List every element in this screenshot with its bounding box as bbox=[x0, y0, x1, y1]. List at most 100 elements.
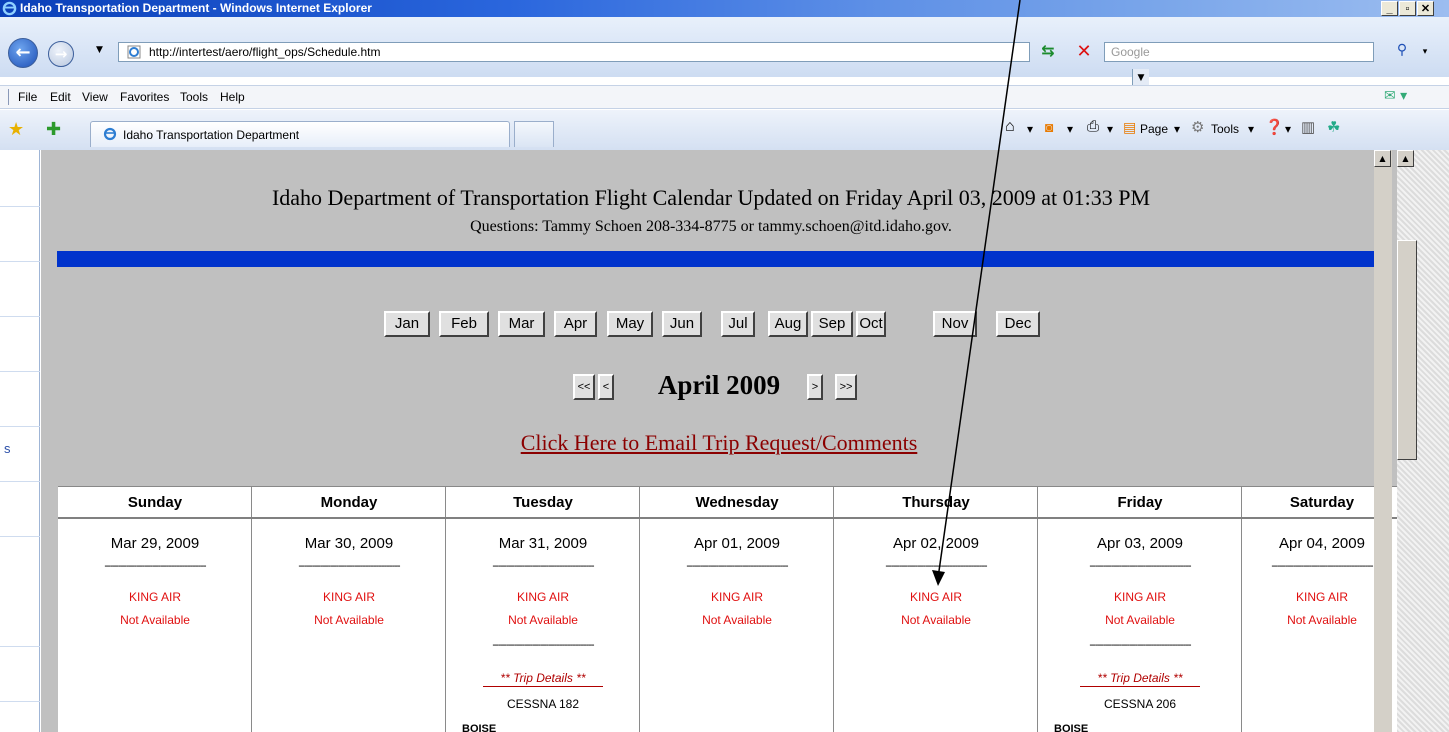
tab-ie-icon bbox=[103, 127, 117, 141]
month-button-mar[interactable]: Mar bbox=[498, 311, 545, 337]
day-separator: -------------------------------------- bbox=[686, 560, 788, 572]
trip-aircraft: CESSNA 206 bbox=[1103, 697, 1177, 711]
search-placeholder: Google bbox=[1111, 45, 1150, 59]
aircraft-status: Not Available bbox=[702, 613, 772, 627]
prev-month-button[interactable]: < bbox=[598, 374, 614, 400]
tools-gear-icon[interactable]: ⚙ bbox=[1191, 118, 1204, 136]
aircraft-status: Not Available bbox=[314, 613, 384, 627]
next-month-button[interactable]: > bbox=[807, 374, 823, 400]
month-button-jun[interactable]: Jun bbox=[662, 311, 702, 337]
page-subtitle: Questions: Tammy Schoen 208-334-8775 or … bbox=[470, 218, 952, 235]
home-icon[interactable]: ⌂ bbox=[1005, 118, 1015, 136]
month-button-jan[interactable]: Jan bbox=[384, 311, 430, 337]
day-date: Apr 02, 2009 bbox=[893, 535, 979, 552]
messenger-toolbar-icon[interactable]: ☘ bbox=[1327, 118, 1340, 136]
tools-dropdown-icon[interactable]: ▾ bbox=[1248, 122, 1254, 136]
search-input[interactable]: Google bbox=[1104, 42, 1374, 62]
menu-tools[interactable]: Tools bbox=[180, 90, 208, 104]
day-separator: -------------------------------------- bbox=[492, 560, 594, 572]
month-button-oct[interactable]: Oct bbox=[856, 311, 886, 337]
forward-button[interactable]: → bbox=[48, 41, 74, 67]
month-button-nov[interactable]: Nov bbox=[933, 311, 977, 337]
page-dropdown-icon[interactable]: ▾ bbox=[1174, 122, 1180, 136]
page-icon[interactable]: ▤ bbox=[1123, 119, 1136, 136]
outer-scroll-up-icon[interactable]: ▲ bbox=[1397, 150, 1414, 167]
menu-help[interactable]: Help bbox=[220, 90, 245, 104]
back-button[interactable]: ← bbox=[8, 38, 38, 68]
aircraft-status: Not Available bbox=[508, 613, 578, 627]
print-icon[interactable]: ⎙ bbox=[1087, 118, 1099, 135]
messenger-icon[interactable]: ✉ ▾ bbox=[1384, 88, 1407, 104]
trip-aircraft: CESSNA 182 bbox=[506, 697, 580, 711]
left-pane-text: s bbox=[4, 441, 11, 456]
current-month-title: April 2009 bbox=[657, 370, 781, 400]
tools-menu[interactable]: Tools bbox=[1211, 122, 1239, 136]
tab-idaho-transportation[interactable]: Idaho Transportation Department bbox=[90, 121, 510, 147]
day-header: Sunday bbox=[58, 487, 252, 519]
help-icon[interactable]: ❓ bbox=[1265, 118, 1284, 136]
cut-off-note bbox=[0, 0, 1449, 5]
day-separator: -------------------------------------- bbox=[1089, 560, 1191, 572]
aircraft-name: KING AIR bbox=[128, 590, 181, 604]
month-button-apr[interactable]: Apr bbox=[554, 311, 597, 337]
aircraft-status: Not Available bbox=[1105, 613, 1175, 627]
trip-destination: BOISE bbox=[1054, 723, 1089, 732]
day-separator: -------------------------------------- bbox=[104, 560, 206, 572]
day-date: Apr 01, 2009 bbox=[694, 535, 780, 552]
feeds-dropdown-icon[interactable]: ▾ bbox=[1067, 122, 1073, 136]
address-bar[interactable]: http://intertest/aero/flight_ops/Schedul… bbox=[118, 42, 1149, 87]
scrollbar-thumb[interactable] bbox=[1397, 240, 1417, 460]
day-header: Wednesday bbox=[640, 487, 834, 519]
page-title: Idaho Department of Transportation Fligh… bbox=[271, 185, 1151, 210]
calendar-day-sunday bbox=[58, 487, 252, 732]
add-favorite-icon[interactable]: ✚ bbox=[46, 119, 61, 140]
aircraft-name: KING AIR bbox=[322, 590, 375, 604]
history-dropdown-icon[interactable]: ▼ bbox=[96, 45, 103, 55]
next-year-button[interactable]: >> bbox=[835, 374, 857, 400]
month-button-aug[interactable]: Aug bbox=[768, 311, 808, 337]
calendar-day-thursday bbox=[834, 487, 1038, 732]
tab-bar: ★ ✚ Idaho Transportation Department ⌂ ▾ … bbox=[0, 110, 1449, 150]
day-date: Mar 31, 2009 bbox=[498, 535, 588, 552]
trip-separator: -------------------------------------- bbox=[492, 639, 594, 651]
help-dropdown-icon[interactable]: ▾ bbox=[1285, 122, 1291, 136]
trip-separator: -------------------------------------- bbox=[1089, 639, 1191, 651]
prev-year-button[interactable]: << bbox=[573, 374, 595, 400]
inner-scroll-up-icon[interactable]: ▲ bbox=[1374, 150, 1391, 167]
address-text: http://intertest/aero/flight_ops/Schedul… bbox=[149, 45, 381, 59]
home-dropdown-icon[interactable]: ▾ bbox=[1027, 122, 1033, 136]
search-icon[interactable]: ⚲ bbox=[1390, 42, 1414, 62]
trip-details-link[interactable]: ** Trip Details ** bbox=[446, 671, 640, 685]
stop-icon[interactable]: ✕ bbox=[1073, 41, 1095, 63]
day-header: Friday bbox=[1038, 487, 1242, 519]
favorites-star-icon[interactable]: ★ bbox=[8, 119, 24, 140]
menu-bar: File Edit View Favorites Tools Help ✉ ▾ bbox=[0, 85, 1449, 109]
trip-details-underline bbox=[483, 686, 603, 687]
month-button-dec[interactable]: Dec bbox=[996, 311, 1040, 337]
trip-details-link[interactable]: ** Trip Details ** bbox=[1038, 671, 1242, 685]
page-menu[interactable]: Page bbox=[1140, 122, 1168, 136]
feeds-icon[interactable]: ◙ bbox=[1045, 119, 1053, 135]
print-dropdown-icon[interactable]: ▾ bbox=[1107, 122, 1113, 136]
research-icon[interactable]: ▥ bbox=[1301, 118, 1315, 136]
day-separator: -------------------------------------- bbox=[1271, 560, 1373, 572]
menu-favorites[interactable]: Favorites bbox=[120, 90, 169, 104]
month-button-jul[interactable]: Jul bbox=[721, 311, 755, 337]
month-button-sep[interactable]: Sep bbox=[811, 311, 853, 337]
aircraft-status: Not Available bbox=[120, 613, 190, 627]
day-separator: -------------------------------------- bbox=[885, 560, 987, 572]
menu-file[interactable]: File bbox=[18, 90, 37, 104]
menu-edit[interactable]: Edit bbox=[50, 90, 71, 104]
search-options-icon[interactable]: ▾ bbox=[1418, 42, 1432, 62]
refresh-icon[interactable]: ⇆ bbox=[1037, 41, 1059, 63]
inner-scrollbar[interactable]: ▲ bbox=[1374, 150, 1392, 732]
email-trip-request-link[interactable]: Click Here to Email Trip Request/Comment… bbox=[41, 430, 1397, 456]
trip-destination: BOISE bbox=[462, 723, 497, 732]
menu-grip bbox=[8, 89, 9, 105]
menu-view[interactable]: View bbox=[82, 90, 108, 104]
new-tab-button[interactable] bbox=[514, 121, 554, 147]
day-header: Thursday bbox=[834, 487, 1038, 519]
month-button-feb[interactable]: Feb bbox=[439, 311, 489, 337]
page-content: Idaho Department of Transportation Fligh… bbox=[41, 150, 1416, 732]
month-button-may[interactable]: May bbox=[607, 311, 653, 337]
